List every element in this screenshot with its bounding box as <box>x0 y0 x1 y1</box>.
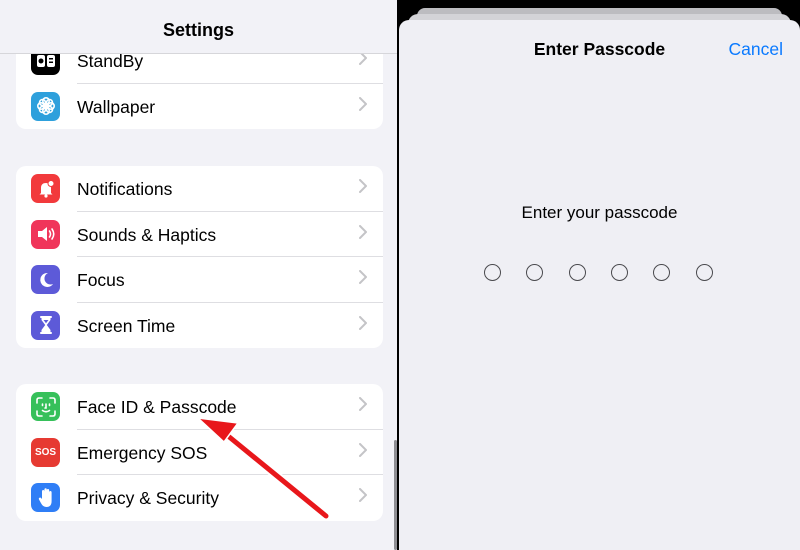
sos-icon: SOS <box>31 437 60 467</box>
passcode-dot <box>653 264 671 281</box>
settings-group-notifications: Notifications Sounds & Haptics Focus Scr… <box>16 166 383 348</box>
chevron-right-icon <box>359 179 367 193</box>
passcode-dot <box>695 264 713 281</box>
sidebar-item-sounds-haptics[interactable]: Sounds & Haptics <box>16 212 383 257</box>
scrollbar[interactable] <box>394 440 397 550</box>
face-id-icon <box>31 392 60 421</box>
hourglass-icon <box>31 310 60 340</box>
page-title: Settings <box>162 20 234 40</box>
sidebar-item-label: Wallpaper <box>77 96 156 117</box>
passcode-dot <box>526 264 544 281</box>
passcode-dot <box>610 264 628 281</box>
passcode-pane: Enter Passcode Cancel Enter your passcod… <box>399 0 800 550</box>
settings-header: Settings <box>0 0 397 54</box>
hand-icon <box>31 483 60 512</box>
sidebar-item-emergency-sos[interactable]: SOS Emergency SOS <box>16 430 383 475</box>
sidebar-item-privacy-security[interactable]: Privacy & Security <box>16 475 383 521</box>
settings-group-security: Face ID & Passcode SOS Emergency SOS Pri… <box>16 384 383 521</box>
chevron-right-icon <box>359 488 367 502</box>
chevron-right-icon <box>359 224 367 239</box>
sidebar-item-screen-time[interactable]: Screen Time <box>16 303 383 349</box>
sidebar-item-focus[interactable]: Focus <box>16 257 383 303</box>
bell-icon <box>31 174 60 203</box>
sidebar-item-label: Privacy & Security <box>77 488 219 508</box>
sidebar-item-label: Focus <box>77 270 125 290</box>
sidebar-item-label: Sounds & Haptics <box>77 224 217 245</box>
sidebar-item-label: StandBy <box>77 51 144 71</box>
cancel-button[interactable]: Cancel <box>729 39 783 60</box>
sidebar-item-label: Screen Time <box>77 315 176 336</box>
chevron-right-icon <box>359 270 367 284</box>
flower-icon <box>31 91 60 121</box>
sidebar-item-label: Notifications <box>77 179 173 199</box>
settings-pane: Settings StandBy Wallpaper Notifications <box>0 0 397 550</box>
sidebar-item-label: Emergency SOS <box>77 442 208 463</box>
sos-icon-text: SOS <box>34 446 57 458</box>
moon-icon <box>31 265 60 294</box>
sidebar-item-label: Face ID & Passcode <box>77 397 237 417</box>
chevron-right-icon <box>359 397 367 411</box>
sidebar-item-face-id-passcode[interactable]: Face ID & Passcode <box>16 384 383 430</box>
sidebar-item-wallpaper[interactable]: Wallpaper <box>16 84 383 130</box>
passcode-sheet: Enter Passcode Cancel Enter your passcod… <box>399 20 800 550</box>
chevron-right-icon <box>359 96 367 111</box>
speaker-icon <box>31 219 60 249</box>
passcode-dot <box>484 264 501 281</box>
chevron-right-icon <box>359 442 367 457</box>
passcode-dot <box>568 264 586 281</box>
chevron-right-icon <box>359 315 367 330</box>
sidebar-item-notifications[interactable]: Notifications <box>16 166 383 212</box>
passcode-prompt: Enter your passcode <box>521 203 678 222</box>
